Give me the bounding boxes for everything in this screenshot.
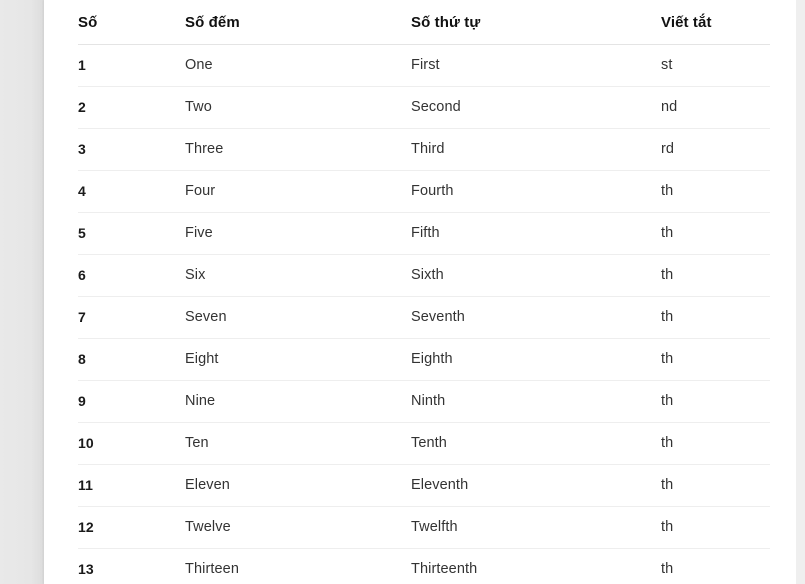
cell-suffix: th <box>661 422 770 465</box>
cell-suffix: th <box>661 338 770 381</box>
cell-cardinal: Five <box>185 212 411 255</box>
table-container: Số Số đếm Số thứ tự Viết tắt 1 One First st… <box>78 0 770 584</box>
table-row: 4 Four Fourth th <box>78 170 770 213</box>
cell-ordinal: Thirteenth <box>411 548 661 584</box>
table-body: 1 One First st 2 Two Second nd 3 Three Third rd 4 Fou… <box>78 44 770 584</box>
table-header: Số Số đếm Số thứ tự Viết tắt <box>78 0 770 45</box>
table-row: 8 Eight Eighth th <box>78 338 770 381</box>
cell-cardinal: Three <box>185 128 411 171</box>
cell-ordinal: Fourth <box>411 170 661 213</box>
cell-cardinal: Eight <box>185 338 411 381</box>
cell-ordinal: Third <box>411 128 661 171</box>
column-header-suffix: Viết tắt <box>661 0 770 45</box>
cell-cardinal: Nine <box>185 380 411 423</box>
table-row: 3 Three Third rd <box>78 128 770 171</box>
cell-number: 7 <box>78 296 185 339</box>
cell-cardinal: Four <box>185 170 411 213</box>
cell-suffix: th <box>661 380 770 423</box>
table-row: 6 Six Sixth th <box>78 254 770 297</box>
cell-ordinal: Second <box>411 86 661 129</box>
page-gutter-left <box>0 0 44 584</box>
cell-number: 2 <box>78 86 185 129</box>
cell-number: 1 <box>78 44 185 87</box>
cell-suffix: nd <box>661 86 770 129</box>
cell-ordinal: Seventh <box>411 296 661 339</box>
cell-suffix: th <box>661 464 770 507</box>
cell-ordinal: Eleventh <box>411 464 661 507</box>
cell-cardinal: Twelve <box>185 506 411 549</box>
cell-suffix: st <box>661 44 770 87</box>
cell-suffix: th <box>661 212 770 255</box>
cell-suffix: th <box>661 548 770 584</box>
numbers-table: Số Số đếm Số thứ tự Viết tắt 1 One First st… <box>78 0 770 584</box>
column-header-cardinal: Số đếm <box>185 0 411 45</box>
cell-cardinal: One <box>185 44 411 87</box>
cell-number: 3 <box>78 128 185 171</box>
column-header-ordinal: Số thứ tự <box>411 0 661 45</box>
cell-number: 6 <box>78 254 185 297</box>
cell-number: 13 <box>78 548 185 584</box>
table-row: 5 Five Fifth th <box>78 212 770 255</box>
table-row: 7 Seven Seventh th <box>78 296 770 339</box>
cell-cardinal: Thirteen <box>185 548 411 584</box>
cell-cardinal: Seven <box>185 296 411 339</box>
cell-suffix: th <box>661 296 770 339</box>
cell-cardinal: Two <box>185 86 411 129</box>
cell-cardinal: Six <box>185 254 411 297</box>
cell-number: 10 <box>78 422 185 465</box>
cell-cardinal: Ten <box>185 422 411 465</box>
cell-number: 9 <box>78 380 185 423</box>
table-row: 1 One First st <box>78 44 770 87</box>
cell-number: 8 <box>78 338 185 381</box>
table-row: 12 Twelve Twelfth th <box>78 506 770 549</box>
column-header-number: Số <box>78 0 185 45</box>
table-row: 2 Two Second nd <box>78 86 770 129</box>
table-header-row: Số Số đếm Số thứ tự Viết tắt <box>78 0 770 45</box>
cell-ordinal: Twelfth <box>411 506 661 549</box>
cell-ordinal: Eighth <box>411 338 661 381</box>
cell-ordinal: Sixth <box>411 254 661 297</box>
viewport: Số Số đếm Số thứ tự Viết tắt 1 One First st… <box>0 0 805 584</box>
cell-suffix: th <box>661 170 770 213</box>
table-row: 11 Eleven Eleventh th <box>78 464 770 507</box>
cell-ordinal: Ninth <box>411 380 661 423</box>
table-row: 13 Thirteen Thirteenth th <box>78 548 770 584</box>
content-card: Số Số đếm Số thứ tự Viết tắt 1 One First st… <box>44 0 796 584</box>
cell-number: 5 <box>78 212 185 255</box>
cell-suffix: th <box>661 254 770 297</box>
cell-ordinal: Tenth <box>411 422 661 465</box>
cell-ordinal: First <box>411 44 661 87</box>
cell-suffix: th <box>661 506 770 549</box>
cell-number: 4 <box>78 170 185 213</box>
table-row: 10 Ten Tenth th <box>78 422 770 465</box>
cell-ordinal: Fifth <box>411 212 661 255</box>
table-row: 9 Nine Ninth th <box>78 380 770 423</box>
vertical-scrollbar[interactable] <box>796 0 805 584</box>
cell-suffix: rd <box>661 128 770 171</box>
cell-number: 12 <box>78 506 185 549</box>
cell-number: 11 <box>78 464 185 507</box>
cell-cardinal: Eleven <box>185 464 411 507</box>
